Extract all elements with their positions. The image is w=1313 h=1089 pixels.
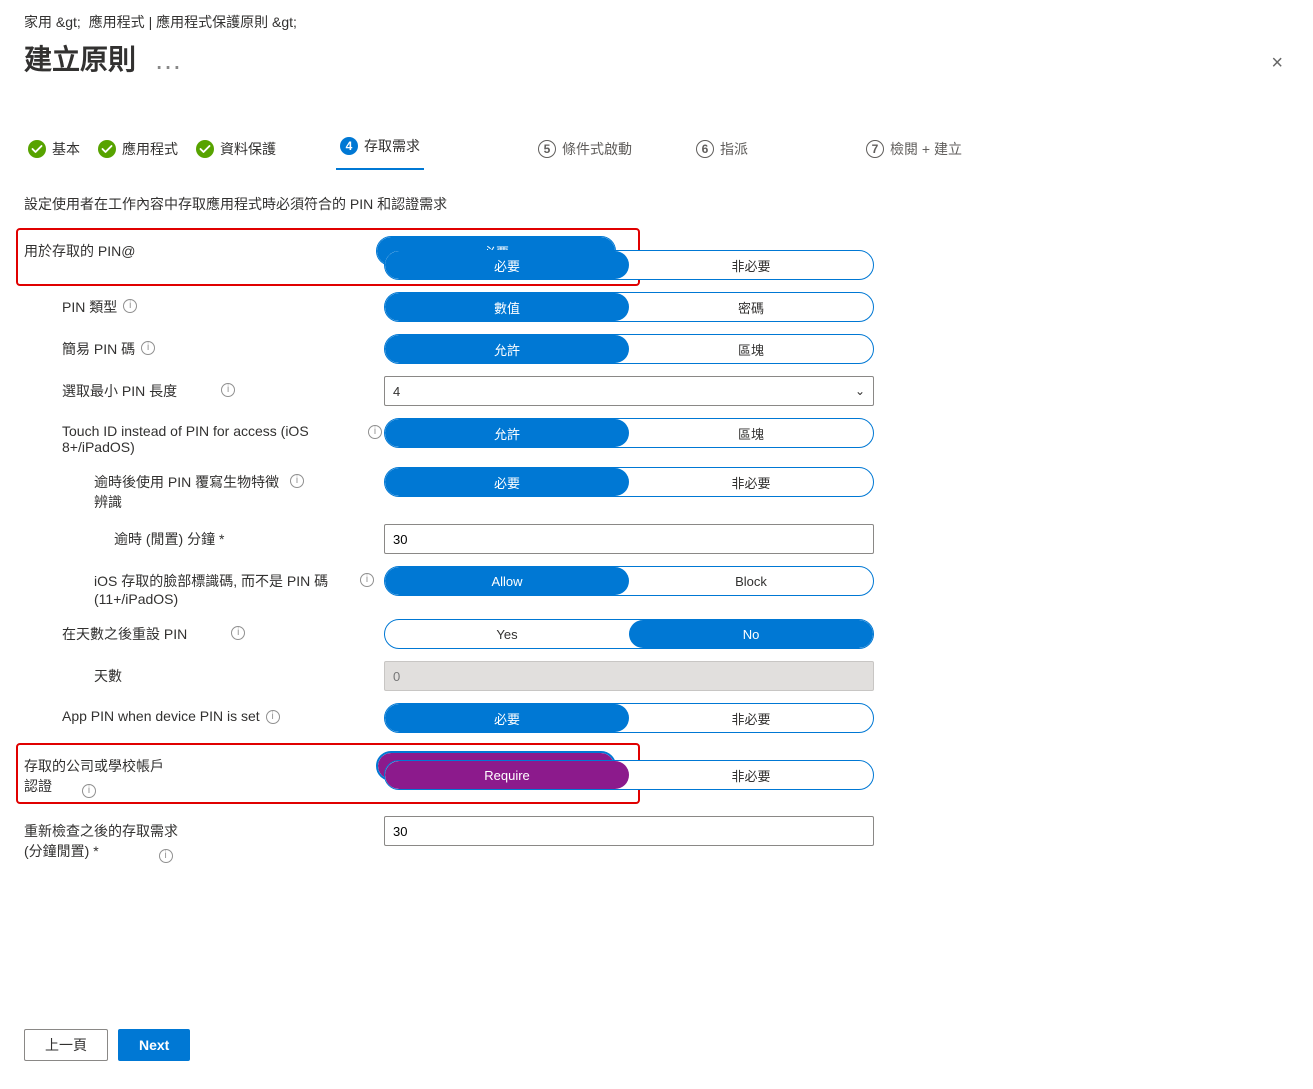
toggle-option-yes[interactable]: Yes [385,620,629,648]
info-icon[interactable] [141,341,155,355]
step-basics[interactable]: 基本 [24,131,84,167]
label-reset-pin-days: 在天數之後重設 PIN [62,624,187,644]
step-data-protection[interactable]: 資料保護 [192,131,280,167]
step-number-icon: 6 [696,140,714,158]
title-ellipsis: … [154,44,183,75]
label-app-pin-when-device-pin: App PIN when device PIN is set [62,708,260,724]
toggle-option-numeric[interactable]: 數值 [385,293,629,321]
info-icon[interactable] [290,474,304,488]
step-number-icon: 7 [866,140,884,158]
toggle-option-require[interactable]: Require [385,761,629,789]
checkmark-icon [98,140,116,158]
toggle-option-passcode[interactable]: 密碼 [629,293,873,321]
step-number-icon: 5 [538,140,556,158]
info-icon[interactable] [221,383,235,397]
toggle-option-require[interactable]: 必要 [385,251,629,279]
toggle-option-not-require[interactable]: 非必要 [629,251,873,279]
close-icon[interactable]: × [1271,52,1283,75]
next-button[interactable]: Next [118,1029,190,1061]
input-days [384,661,874,691]
toggle-option-require[interactable]: 必要 [385,468,629,496]
label-min-pin-length: 選取最小 PIN 長度 [62,381,177,401]
label-touch-id: Touch ID instead of PIN for access (iOS … [62,423,362,455]
toggle-option-allow[interactable]: 允許 [385,335,629,363]
toggle-simple-pin[interactable]: 允許 區塊 [384,334,874,364]
breadcrumb: 家用 &gt; 應用程式 | 應用程式保護原則 &gt; [24,12,1289,32]
toggle-pin-type[interactable]: 數值 密碼 [384,292,874,322]
step-access-requirements[interactable]: 4 存取需求 [336,128,424,170]
label-simple-pin: 簡易 PIN 碼 [62,339,135,359]
toggle-option-block[interactable]: 區塊 [629,419,873,447]
label-work-school-credentials-l2: 認證 [24,778,52,794]
input-recheck-minutes[interactable] [384,816,874,846]
step-assignments[interactable]: 6 指派 [692,131,752,167]
toggle-option-not-require[interactable]: 非必要 [629,761,873,789]
label-timeout-minutes: 逾時 (閒置) 分鐘 * [114,529,224,549]
info-icon[interactable] [123,299,137,313]
breadcrumb-part[interactable]: 應用程式 | 應用程式保護原則 &gt; [89,14,297,30]
wizard-steps: 基本 應用程式 資料保護 4 存取需求 5 條件式啟動 6 指派 7 檢閱 + … [24,128,1289,170]
info-icon[interactable] [82,784,96,798]
info-icon[interactable] [159,849,173,863]
info-icon[interactable] [360,573,374,587]
toggle-option-no[interactable]: No [629,620,873,648]
back-button[interactable]: 上一頁 [24,1029,108,1061]
page-title: 建立原則… [24,38,183,78]
label-pin-type: PIN 類型 [62,297,117,317]
checkmark-icon [28,140,46,158]
toggle-option-not-require[interactable]: 非必要 [629,468,873,496]
step-number-icon: 4 [340,137,358,155]
select-min-pin-length[interactable]: 4 ⌄ [384,376,874,406]
toggle-option-allow[interactable]: 允許 [385,419,629,447]
toggle-reset-pin-days[interactable]: Yes No [384,619,874,649]
toggle-face-id[interactable]: Allow Block [384,566,874,596]
step-conditional-launch[interactable]: 5 條件式啟動 [534,131,636,167]
section-intro: 設定使用者在工作內容中存取應用程式時必須符合的 PIN 和認證需求 [24,194,1289,214]
breadcrumb-part[interactable]: 家用 &gt; [24,14,81,30]
toggle-work-school-credentials-full[interactable]: Require 非必要 [384,760,874,790]
step-review-create[interactable]: 7 檢閱 + 建立 [862,131,966,167]
label-recheck-l2: (分鐘閒置) * [24,843,99,859]
label-days: 天數 [94,666,122,686]
toggle-option-not-require[interactable]: 非必要 [629,704,873,732]
toggle-override-biometric[interactable]: 必要 非必要 [384,467,874,497]
toggle-app-pin-when-device-pin[interactable]: 必要 非必要 [384,703,874,733]
info-icon[interactable] [266,710,280,724]
input-timeout-minutes[interactable] [384,524,874,554]
toggle-option-block[interactable]: 區塊 [629,335,873,363]
step-apps[interactable]: 應用程式 [94,131,182,167]
label-override-biometric: 逾時後使用 PIN 覆寫生物特徵辨識 [94,472,284,512]
checkmark-icon [196,140,214,158]
toggle-pin-for-access-full[interactable]: 必要 非必要 [384,250,874,280]
info-icon[interactable] [231,626,245,640]
toggle-touch-id[interactable]: 允許 區塊 [384,418,874,448]
label-recheck-l1: 重新檢查之後的存取需求 [24,823,178,839]
toggle-option-require[interactable]: 必要 [385,704,629,732]
select-value: 4 [393,384,400,399]
wizard-footer: 上一頁 Next [24,1029,190,1061]
toggle-option-block[interactable]: Block [629,567,873,595]
toggle-option-allow[interactable]: Allow [385,567,629,595]
chevron-down-icon: ⌄ [855,384,865,398]
info-icon[interactable] [368,425,382,439]
label-face-id: iOS 存取的臉部標識碼, 而不是 PIN 碼 (11+/iPadOS) [94,571,354,607]
